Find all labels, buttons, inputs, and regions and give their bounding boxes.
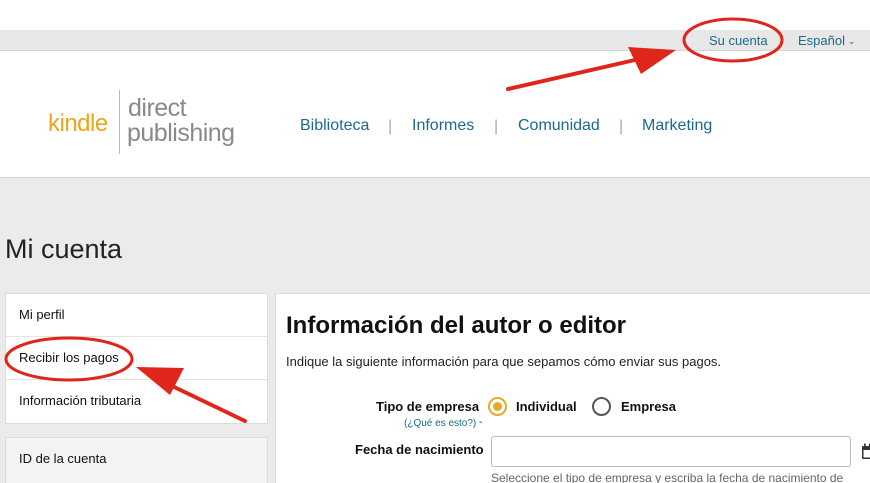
nav-separator: | xyxy=(494,118,499,135)
logo-divider xyxy=(119,90,120,154)
radio-individual-label[interactable]: Individual xyxy=(516,399,577,414)
logo-direct-text[interactable]: direct xyxy=(128,95,187,121)
sidebar-item-account-id[interactable]: ID de la cuenta xyxy=(6,438,267,478)
calendar-icon[interactable] xyxy=(861,442,870,460)
logo-kindle-text[interactable]: kindle xyxy=(48,110,108,138)
your-account-link[interactable]: Su cuenta xyxy=(709,33,768,48)
help-dash: - xyxy=(479,417,483,428)
sidebar-item-payments[interactable]: Recibir los pagos xyxy=(6,337,267,380)
language-selector[interactable]: Español ⌄ xyxy=(798,33,856,48)
top-bar xyxy=(0,0,870,30)
whats-this-link[interactable]: (¿Qué es esto?) xyxy=(404,418,476,429)
birthdate-label: Fecha de nacimiento xyxy=(355,442,484,457)
sidebar-item-profile[interactable]: Mi perfil xyxy=(6,294,267,337)
chevron-down-icon: ⌄ xyxy=(847,36,856,46)
business-type-label: Tipo de empresa xyxy=(376,399,480,414)
sidebar-menu-secondary: ID de la cuenta xyxy=(5,437,268,483)
sidebar-item-tax-info[interactable]: Información tributaria xyxy=(6,380,267,423)
nav-separator: | xyxy=(388,118,393,135)
page-title: Mi cuenta xyxy=(5,234,123,264)
nav-marketing[interactable]: Marketing xyxy=(642,117,712,135)
radio-empresa-label[interactable]: Empresa xyxy=(621,399,676,414)
birthdate-input[interactable] xyxy=(491,436,851,467)
logo-publishing-text[interactable]: publishing xyxy=(127,120,235,146)
radio-empresa[interactable] xyxy=(592,397,611,416)
radio-individual[interactable] xyxy=(488,397,507,416)
sidebar-menu: Mi perfil Recibir los pagos Información … xyxy=(5,293,268,424)
birthdate-hint: Seleccione el tipo de empresa y escriba … xyxy=(491,471,844,483)
nav-comunidad[interactable]: Comunidad xyxy=(518,117,600,135)
section-description: Indique la siguiente información para qu… xyxy=(286,354,722,369)
nav-informes[interactable]: Informes xyxy=(412,117,474,135)
section-title: Información del autor o editor xyxy=(286,312,627,339)
nav-biblioteca[interactable]: Biblioteca xyxy=(300,117,369,135)
language-label: Español xyxy=(798,33,845,48)
nav-separator: | xyxy=(619,118,624,135)
